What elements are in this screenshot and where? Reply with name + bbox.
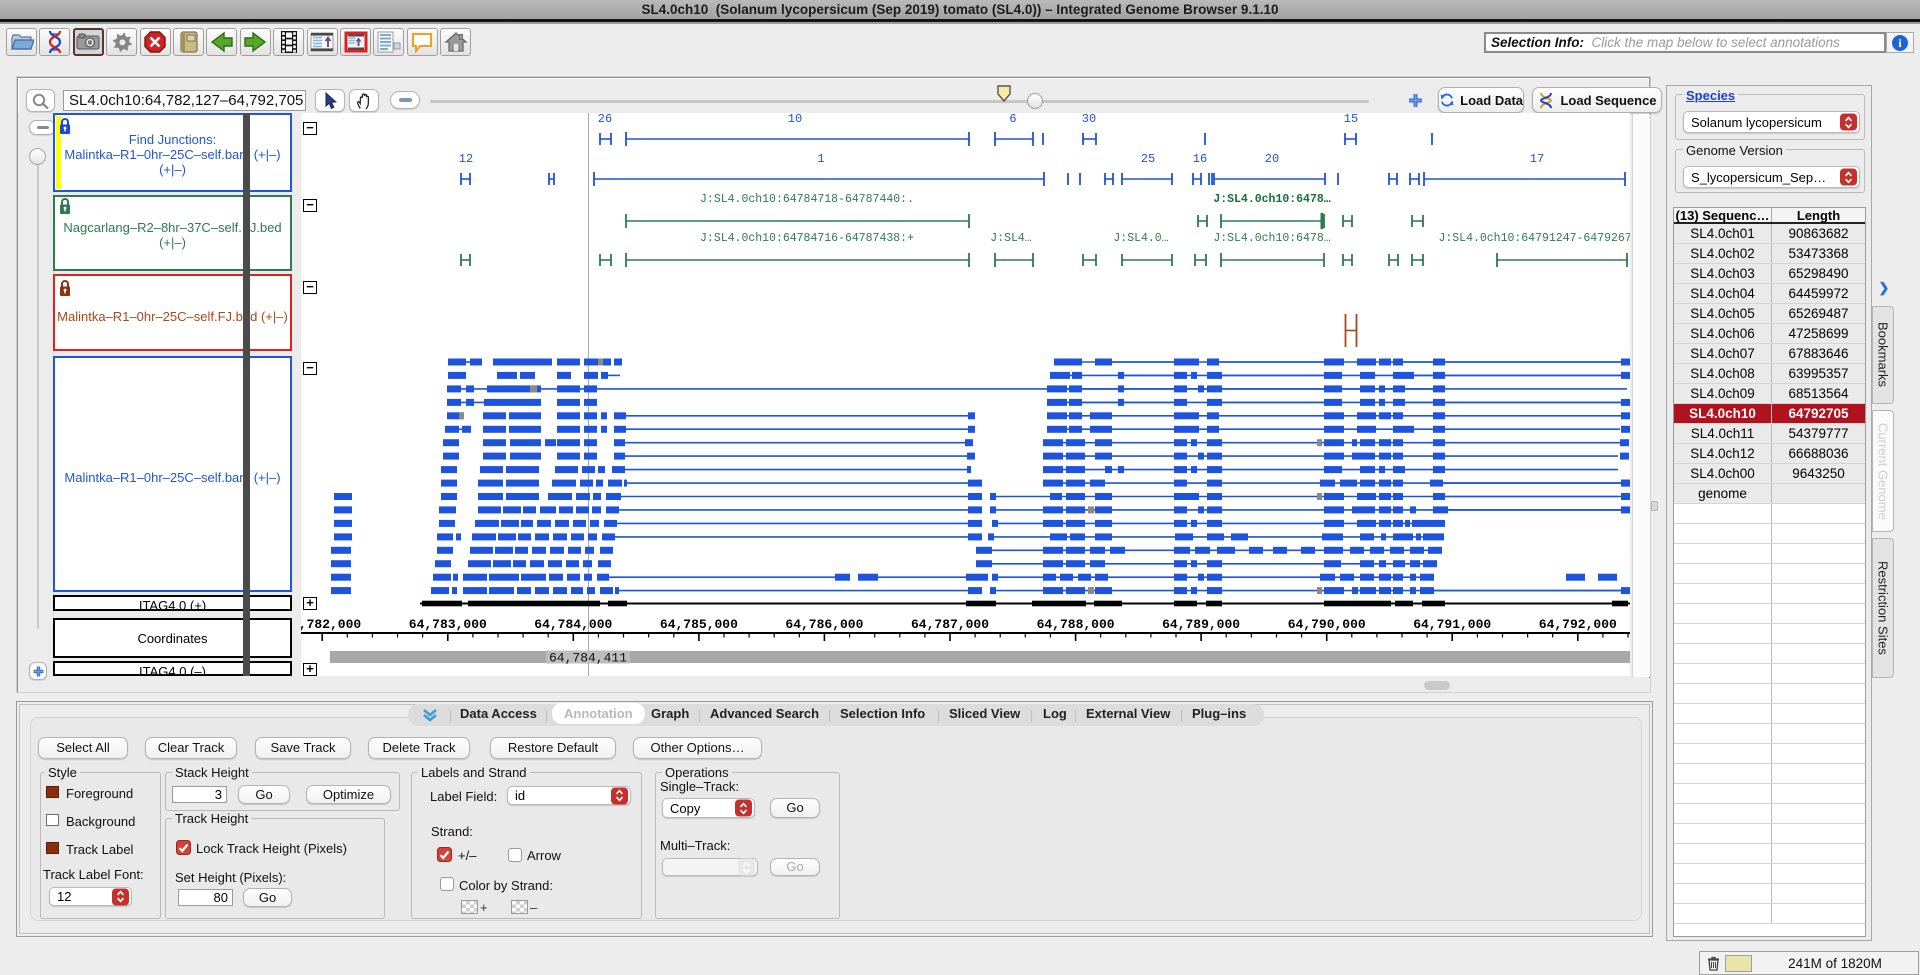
svg-text:15: 15 bbox=[1344, 113, 1358, 126]
svg-text:16: 16 bbox=[1193, 152, 1207, 166]
svg-text:64,786,000: 64,786,000 bbox=[785, 617, 863, 632]
svg-text:J:SL4…: J:SL4… bbox=[990, 232, 1032, 245]
svg-text:30: 30 bbox=[1082, 113, 1096, 126]
svg-text:64,784,411: 64,784,411 bbox=[549, 651, 627, 666]
svg-text:64,785,000: 64,785,000 bbox=[660, 617, 738, 632]
svg-text:6: 6 bbox=[1009, 113, 1016, 126]
svg-text:J:SL4.0ch10:64784716-64787438:: J:SL4.0ch10:64784716-64787438:+ bbox=[700, 232, 914, 245]
svg-text:64,791,000: 64,791,000 bbox=[1413, 617, 1491, 632]
svg-text:J:SL4.0ch10:64784718-64787440:: J:SL4.0ch10:64784718-64787440:. bbox=[700, 193, 914, 206]
svg-text:26: 26 bbox=[598, 113, 612, 126]
svg-text:64,782,000: 64,782,000 bbox=[301, 617, 361, 632]
svg-text:25: 25 bbox=[1141, 152, 1155, 166]
svg-text:J:SL4.0ch10:6478…: J:SL4.0ch10:6478… bbox=[1213, 232, 1330, 245]
svg-text:J:SL4.0…: J:SL4.0… bbox=[1113, 232, 1168, 245]
svg-text:20: 20 bbox=[1265, 152, 1279, 166]
svg-text:64,788,000: 64,788,000 bbox=[1037, 617, 1115, 632]
svg-text:J:SL4.0ch10:64791247-64792677…: J:SL4.0ch10:64791247-64792677… bbox=[1438, 232, 1630, 245]
svg-text:64,792,000: 64,792,000 bbox=[1539, 617, 1617, 632]
svg-text:1: 1 bbox=[817, 152, 824, 166]
svg-text:64,783,000: 64,783,000 bbox=[409, 617, 487, 632]
svg-text:J:SL4.0ch10:6478…: J:SL4.0ch10:6478… bbox=[1213, 193, 1330, 206]
svg-text:64,784,000: 64,784,000 bbox=[534, 617, 612, 632]
svg-text:64,789,000: 64,789,000 bbox=[1162, 617, 1240, 632]
svg-text:64,787,000: 64,787,000 bbox=[911, 617, 989, 632]
svg-text:64,790,000: 64,790,000 bbox=[1288, 617, 1366, 632]
svg-text:12: 12 bbox=[459, 152, 473, 166]
svg-text:10: 10 bbox=[788, 113, 802, 126]
svg-text:17: 17 bbox=[1530, 152, 1544, 166]
